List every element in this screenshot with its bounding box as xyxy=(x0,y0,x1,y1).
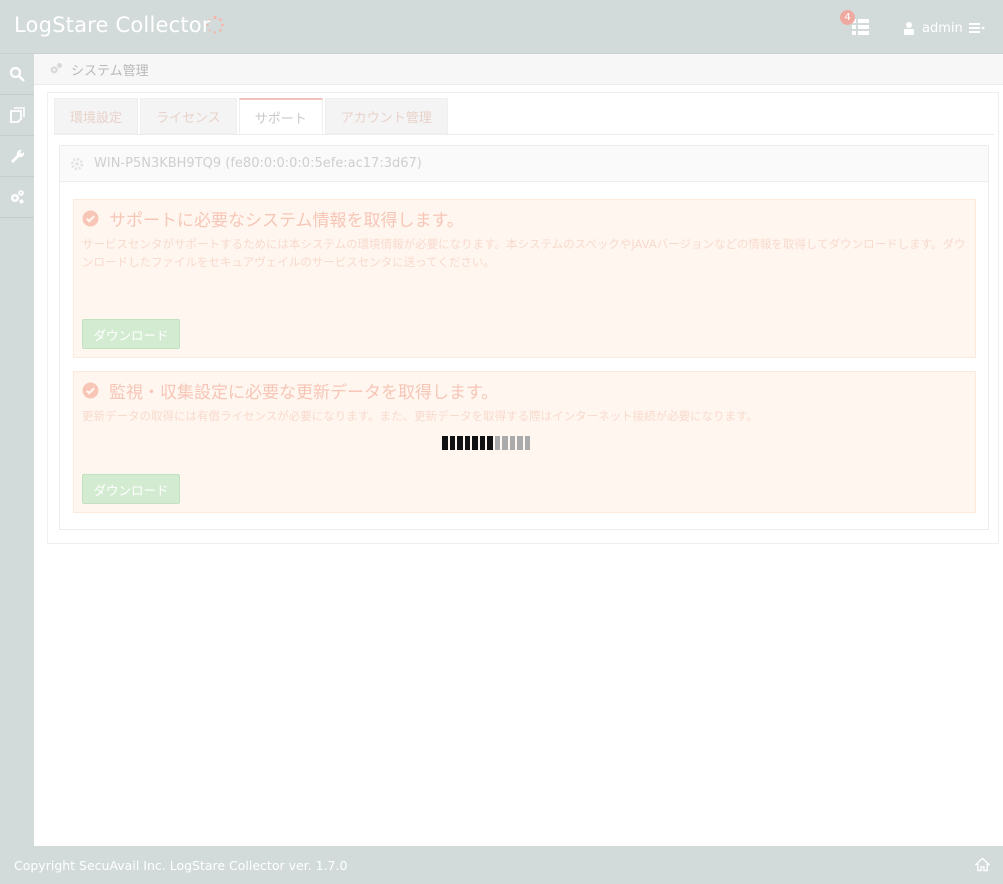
breadcrumb: システム管理 xyxy=(34,54,1003,85)
check-circle-icon xyxy=(82,210,99,227)
sidebar xyxy=(0,54,34,846)
host-label: WIN-P5N3KBH9TQ9 (fe80:0:0:0:0:5efe:ac17:… xyxy=(94,156,422,171)
app-brand[interactable]: LogStare Collector xyxy=(14,13,211,37)
progress-segment xyxy=(509,436,515,450)
sidebar-item-tools[interactable] xyxy=(0,136,34,177)
search-icon xyxy=(9,66,25,82)
support-info-alert: サポートに必要なシステム情報を取得します。 サービスセンタがサポートするためには… xyxy=(73,199,976,358)
footer-copyright: Copyright SecuAvail Inc. LogStare Collec… xyxy=(14,857,348,873)
tab-license[interactable]: ライセンス xyxy=(140,98,237,134)
support-info-title: サポートに必要なシステム情報を取得します。 xyxy=(109,211,464,231)
progress-segment xyxy=(524,436,530,450)
gears-icon xyxy=(11,190,24,204)
download-progress-indicator xyxy=(442,436,530,450)
user-name-label: admin xyxy=(922,20,963,36)
support-download-button[interactable]: ダウンロード xyxy=(82,319,180,349)
progress-segment xyxy=(464,436,470,450)
gear-icon xyxy=(70,157,84,170)
top-navbar: LogStare Collector 4 admin xyxy=(0,0,1003,54)
tab-support[interactable]: サポート xyxy=(238,98,323,134)
host-header: WIN-P5N3KBH9TQ9 (fe80:0:0:0:0:5efe:ac17:… xyxy=(60,146,988,182)
footer: Copyright SecuAvail Inc. LogStare Collec… xyxy=(0,846,1003,884)
sidebar-item-tags[interactable] xyxy=(0,95,34,136)
menu-caret-icon xyxy=(968,23,985,33)
main-content: 環境設定 ライセンス サポート アカウント管理 WIN-P5N3KBH9TQ9 … xyxy=(47,92,999,544)
home-icon[interactable] xyxy=(975,857,990,872)
breadcrumb-label: システム管理 xyxy=(71,63,149,79)
gears-icon xyxy=(50,63,62,74)
progress-segment xyxy=(502,436,508,450)
progress-segment xyxy=(494,436,500,450)
tab-divider xyxy=(54,134,994,135)
tab-environment[interactable]: 環境設定 xyxy=(54,98,139,134)
progress-segment xyxy=(457,436,463,450)
progress-segment xyxy=(442,436,448,450)
support-info-title-row: サポートに必要なシステム情報を取得します。 xyxy=(82,206,464,231)
tab-bar: 環境設定 ライセンス サポート アカウント管理 xyxy=(54,98,448,135)
progress-segment xyxy=(472,436,478,450)
update-data-title-row: 監視・収集設定に必要な更新データを取得します。 xyxy=(82,378,498,403)
update-data-description: 更新データの取得には有償ライセンスが必要になります。また、更新データを取得する際… xyxy=(82,409,758,423)
progress-segment xyxy=(479,436,485,450)
sidebar-item-system[interactable] xyxy=(0,177,34,218)
update-data-title: 監視・収集設定に必要な更新データを取得します。 xyxy=(109,383,499,403)
sidebar-item-search[interactable] xyxy=(0,54,34,95)
tab-account[interactable]: アカウント管理 xyxy=(324,98,448,134)
wrench-icon xyxy=(11,149,25,163)
progress-segment xyxy=(449,436,455,450)
tags-icon xyxy=(10,107,25,123)
loading-spinner-icon xyxy=(206,15,224,34)
progress-segment xyxy=(487,436,493,450)
update-download-button[interactable]: ダウンロード xyxy=(82,474,180,504)
progress-segment xyxy=(517,436,523,450)
support-info-description: サービスセンタがサポートするためには本システムの環境情報が必要になります。本シス… xyxy=(82,237,966,269)
host-panel: WIN-P5N3KBH9TQ9 (fe80:0:0:0:0:5efe:ac17:… xyxy=(59,145,989,530)
tasks-count-badge: 4 xyxy=(840,10,855,25)
check-circle-icon xyxy=(82,382,99,399)
user-icon xyxy=(904,22,914,35)
user-menu-button[interactable]: admin xyxy=(902,18,985,38)
